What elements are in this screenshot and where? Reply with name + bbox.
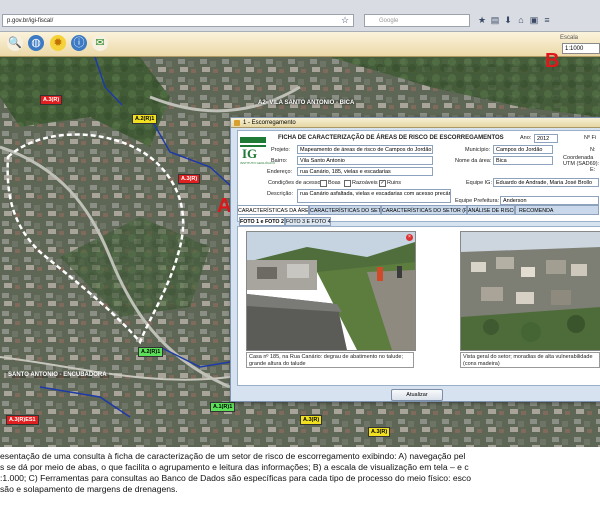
photo-2-caption: Vista geral do setor; moradias de alta v… <box>460 352 600 368</box>
tab-foto-3-4[interactable]: FOTO 3 E FOTO 4 <box>285 217 331 226</box>
menu-icon[interactable]: ≡ <box>542 15 552 25</box>
tab-setor-parte1[interactable]: CARACTERÍSTICAS DO SETOR (PARTE 1) <box>309 205 381 215</box>
ano-field[interactable]: 2012 <box>534 134 558 143</box>
ruins-label: Ruins <box>387 180 402 186</box>
ano-label: Ano: <box>520 135 532 141</box>
map-label[interactable]: A.3(R) <box>368 427 391 437</box>
annotation-b: B <box>545 50 560 72</box>
projeto-label: Projeto: <box>271 147 290 153</box>
home-icon[interactable]: ⌂ <box>516 15 526 25</box>
address-bar[interactable]: p.gov.br/igi-fiscal/ <box>2 14 354 27</box>
tab-analise-risco[interactable]: ANÁLISE DE RISCO <box>467 205 515 215</box>
update-button[interactable]: Atualizar <box>391 389 443 401</box>
logo-subtitle: INSTITUTO GEOLÓGICO <box>240 161 275 165</box>
close-icon[interactable]: × <box>406 234 413 241</box>
map-label[interactable]: A.2(R)1 <box>138 347 164 357</box>
projeto-field[interactable]: Mapeamento de áreas de risco de Campos d… <box>297 145 433 154</box>
n-label: N: <box>590 147 596 153</box>
sector-label: SANTO ANTONIO - ENCUBADORA <box>6 372 109 378</box>
photo-1-caption: Casa nº 185, na Rua Canário: degrau de a… <box>246 352 414 368</box>
save-icon[interactable]: ▣ <box>529 15 539 25</box>
report-icon[interactable]: ✉ <box>92 35 108 51</box>
scale-input[interactable]: 1:1000 <box>562 43 600 54</box>
condicoes-label: Condições de acesso: <box>268 180 323 186</box>
nome-area-field[interactable]: Bica <box>493 156 553 165</box>
star-icon[interactable]: ☆ <box>340 15 350 25</box>
logo-text: IG <box>242 146 258 161</box>
map-label[interactable]: A.3(R) <box>40 95 63 105</box>
photo-1-image <box>247 232 415 350</box>
photo-1[interactable]: × <box>246 231 416 351</box>
nome-area-label: Nome da área: <box>455 158 492 164</box>
descricao-label: Descrição: <box>267 191 293 197</box>
dialog-title[interactable]: 1 - Escorregamento <box>231 118 600 128</box>
razoaveis-label: Razoáveis <box>352 180 378 186</box>
caption-line-1: esentação de uma consulta à ficha de car… <box>0 451 466 461</box>
boas-checkbox[interactable] <box>320 180 327 187</box>
caption-line-3: :1.000; C) Ferramentas para consultas ao… <box>0 473 472 483</box>
photo-panel: × Casa nº 185, na Rua Canário: degrau de… <box>237 226 600 386</box>
photo-2[interactable] <box>460 231 600 351</box>
ig-logo: IG INSTITUTO GEOLÓGICO <box>240 137 275 167</box>
endereco-field[interactable]: rua Canário, 185, vielas e escadarias <box>297 167 433 176</box>
tab-setor-parte2[interactable]: CARACTERÍSTICAS DO SETOR (PARTE 2) <box>381 205 467 215</box>
caption-line-4: são e solapamento de margens de drenagen… <box>0 484 178 494</box>
caption-line-2: s se dá por meio de abas, o que facilita… <box>0 462 469 472</box>
boas-label: Boas <box>328 180 341 186</box>
tab-recomendacoes[interactable]: RECOMENDA <box>515 205 599 215</box>
sector-label: A2- VILA SANTO ANTONIO - BICA <box>258 100 355 106</box>
coordinate-label: Coordenada UTM (SAD69): <box>563 155 600 167</box>
map-label[interactable]: A.3(R) <box>300 415 323 425</box>
zoom-icon[interactable]: 🔍 <box>7 35 23 51</box>
scale-label: Escala <box>560 35 579 41</box>
globe-icon[interactable]: ◍ <box>28 35 44 51</box>
window-icon <box>234 120 240 126</box>
star-icon[interactable]: ★ <box>477 15 487 25</box>
endereco-label: Endereço: <box>267 169 293 175</box>
nf-label: Nº Fi <box>584 135 597 141</box>
razoaveis-checkbox[interactable] <box>344 180 351 187</box>
bookmark-icon[interactable]: ▤ <box>490 15 500 25</box>
ruins-checkbox[interactable]: ✓ <box>379 180 386 187</box>
bairro-field[interactable]: Vila Santo Antonio <box>297 156 433 165</box>
info-globe-icon[interactable]: ⓘ <box>71 35 87 51</box>
equipe-ig-label: Equipe IG: <box>466 180 492 186</box>
e-label: E: <box>590 167 596 173</box>
municipio-label: Município: <box>465 147 491 153</box>
municipio-field[interactable]: Campos do Jordão <box>493 145 553 154</box>
map-label[interactable]: A.1(R)1 <box>210 402 236 412</box>
bairro-label: Bairro: <box>271 158 288 164</box>
map-label[interactable]: A.2(R)1 <box>132 114 158 124</box>
equipe-prefeitura-field[interactable]: Anderson <box>500 196 599 205</box>
equipe-prefeitura-label: Equipe Prefeitura: <box>455 198 500 204</box>
risk-form-dialog[interactable]: 1 - Escorregamento IG INSTITUTO GEOLÓGIC… <box>230 117 600 402</box>
form-title: FICHA DE CARACTERIZAÇÃO DE ÁREAS DE RISC… <box>278 135 504 141</box>
tab-foto-1-2[interactable]: FOTO 1 e FOTO 2 <box>239 217 285 226</box>
figure-caption: esentação de uma consulta à ficha de car… <box>0 451 600 495</box>
sun-icon[interactable]: ✹ <box>50 35 66 51</box>
app-toolbar <box>0 32 600 57</box>
map-label[interactable]: A.3(R)ES1 <box>6 415 39 425</box>
map-label[interactable]: A.3(R) <box>178 174 201 184</box>
photo-2-image <box>461 232 600 350</box>
tab-caracteristicas-area[interactable]: CARACTERÍSTICAS DA ÁREA <box>237 205 309 215</box>
dialog-title-text: 1 - Escorregamento <box>243 120 296 126</box>
descricao-field[interactable]: rua Canário asfaltada, vielas e escadari… <box>297 189 451 203</box>
search-input[interactable]: Google <box>364 14 470 27</box>
equipe-ig-field[interactable]: Eduardo de Andrade, Maria José Brollo <box>493 178 599 187</box>
download-icon[interactable]: ⬇ <box>503 15 513 25</box>
